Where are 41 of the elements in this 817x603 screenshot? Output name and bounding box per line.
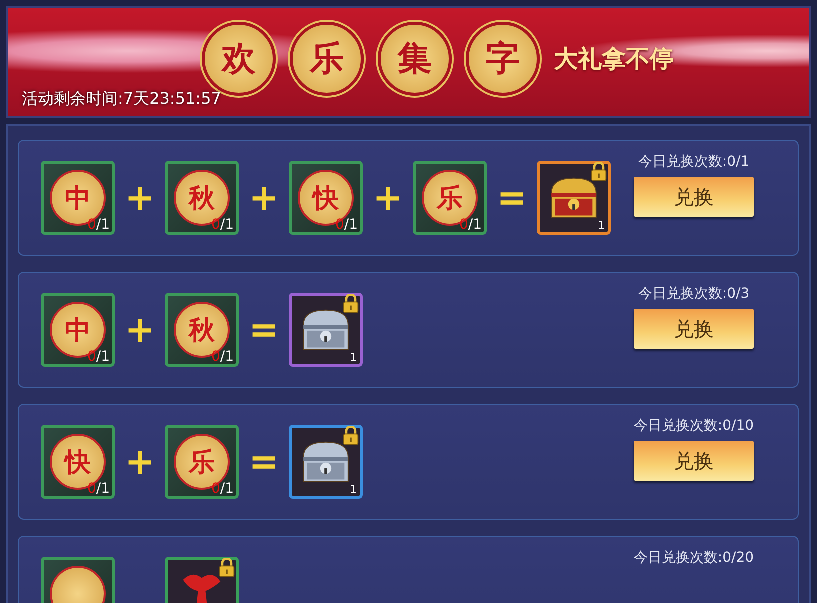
reward-slot[interactable]: 1 [537, 161, 611, 235]
item-slot[interactable]: 快 0/1 [289, 161, 363, 235]
item-count: 0/1 [211, 350, 234, 364]
reward-slot[interactable]: 1 [289, 293, 363, 367]
banner-slogan: 大礼拿不停 [554, 44, 674, 75]
item-count: 0/1 [87, 350, 110, 364]
reward-count: 1 [598, 220, 605, 231]
plus-sign: + [125, 442, 155, 482]
daily-limit-label: 今日兑换次数:0/1 [638, 153, 750, 171]
item-slot[interactable]: 秋 0/1 [165, 293, 239, 367]
exchange-button[interactable]: 兑换 [634, 177, 754, 217]
item-slot[interactable]: 乐 0/1 [413, 161, 487, 235]
plus-sign: + [249, 178, 279, 218]
daily-limit-label: 今日兑换次数:0/3 [638, 285, 750, 303]
reward-slot[interactable]: 1 [289, 425, 363, 499]
item-count: 0/1 [211, 482, 234, 496]
item-slot[interactable]: 中 0/1 [41, 161, 115, 235]
plus-sign: + [125, 310, 155, 350]
item-count: 0/1 [211, 218, 234, 232]
item-slot[interactable]: 乐 0/1 [165, 425, 239, 499]
item-count: 0/1 [459, 218, 482, 232]
exchange-button[interactable]: 兑换 [634, 309, 754, 349]
equals-sign: = [497, 178, 527, 218]
equals-sign: = [249, 442, 279, 482]
item-count: 0/1 [87, 482, 110, 496]
item-count: 0/1 [335, 218, 358, 232]
item-count: 0/1 [87, 218, 110, 232]
exchange-button[interactable]: 兑换 [634, 441, 754, 481]
item-slot[interactable]: 秋 0/1 [165, 161, 239, 235]
item-slot[interactable]: 快 0/1 [41, 425, 115, 499]
title-medal: 集 [378, 22, 452, 96]
item-slot[interactable]: 中 0/1 [41, 293, 115, 367]
plus-sign: + [125, 178, 155, 218]
equals-sign: = [249, 310, 279, 350]
reward-count: 1 [350, 484, 357, 495]
daily-limit-label: 今日兑换次数:0/10 [634, 417, 754, 435]
plus-sign: + [373, 178, 403, 218]
daily-limit-label: 今日兑换次数:0/20 [634, 549, 754, 567]
title-medal: 乐 [290, 22, 364, 96]
title-medal: 字 [466, 22, 540, 96]
reward-count: 1 [350, 352, 357, 363]
